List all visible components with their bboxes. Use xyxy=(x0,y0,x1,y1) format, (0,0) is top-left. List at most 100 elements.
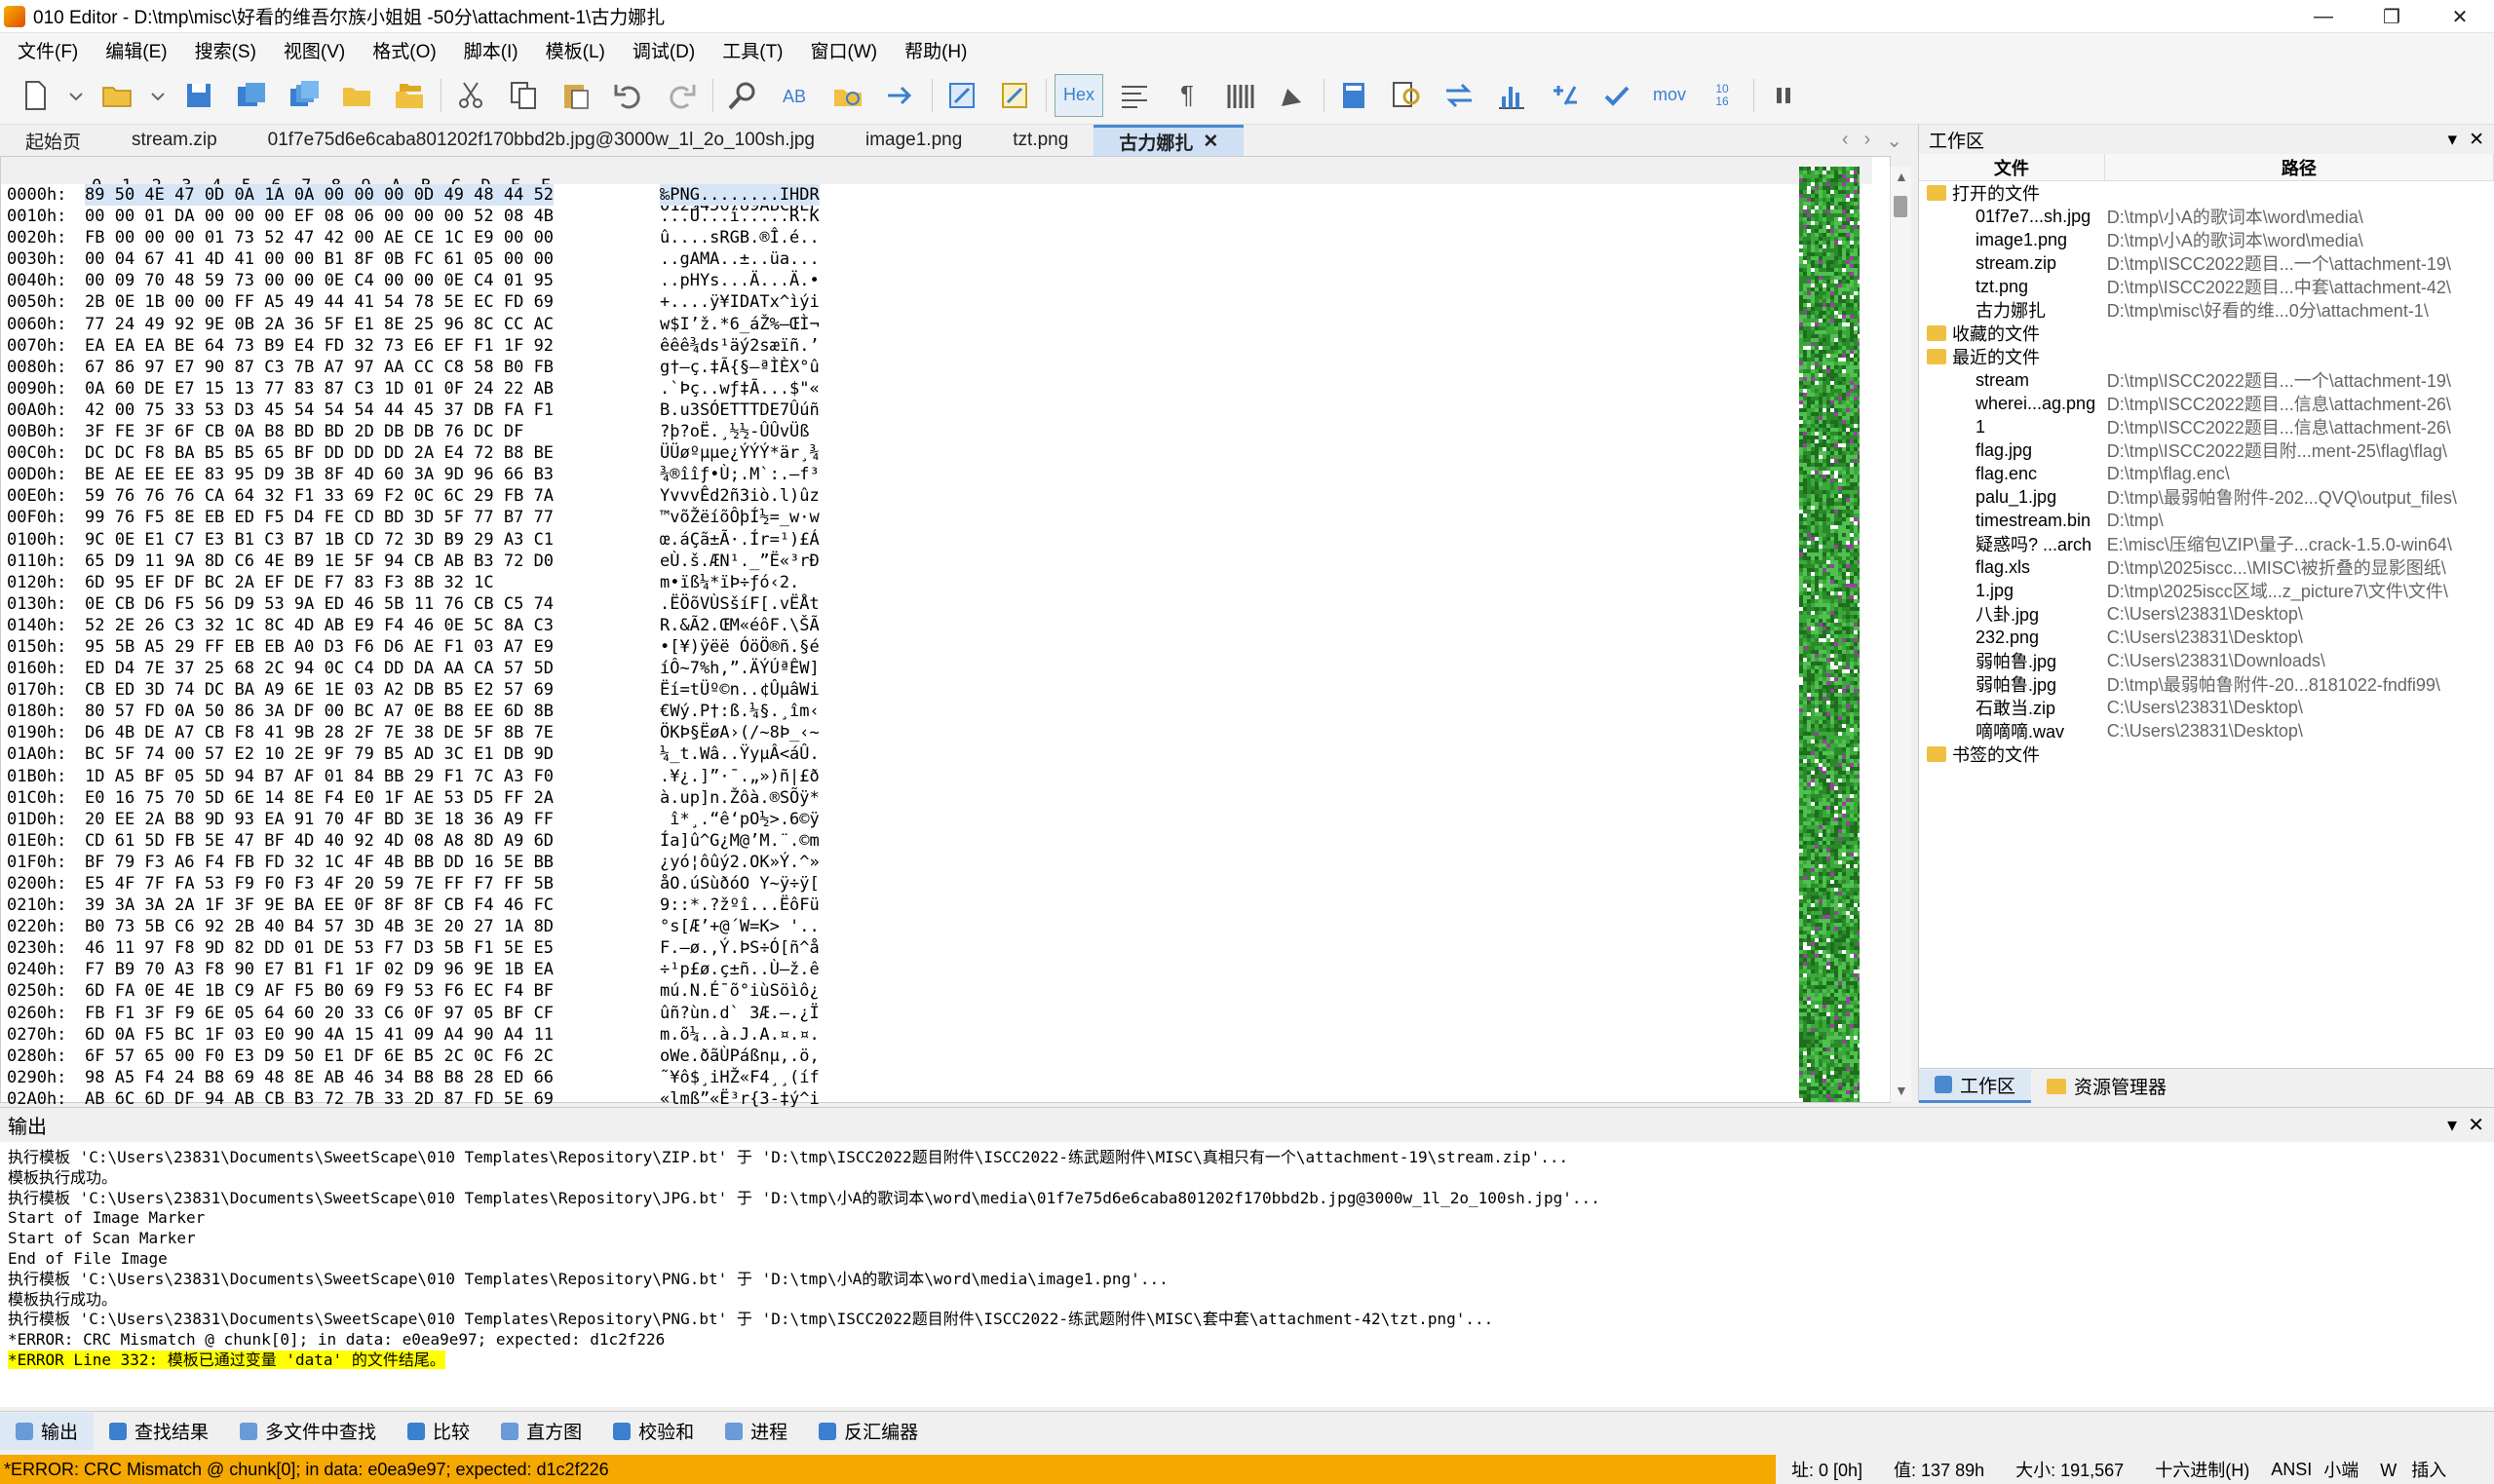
tab-workspace[interactable]: 工作区 xyxy=(1919,1069,2032,1103)
hex-bytes[interactable]: 39 3A 3A 2A 1F 3F 9E BA EE 0F 8F 8F CB F… xyxy=(85,894,554,916)
hex-ascii[interactable]: €Wý.P†:ß.¼§.¸îm‹ xyxy=(660,701,820,722)
hex-bytes[interactable]: 6F 57 65 00 F0 E3 D9 50 E1 DF 6E B5 2C 0… xyxy=(85,1046,554,1067)
hex-bytes[interactable]: 2B 0E 1B 00 00 FF A5 49 44 41 54 78 5E E… xyxy=(85,291,554,313)
hex-ascii[interactable]: •[¥)ÿëë ÓöÖ®ñ.§é xyxy=(660,636,820,658)
status-endian[interactable]: 小端 xyxy=(2318,1457,2364,1482)
hex-bytes[interactable]: 0A 60 DE E7 15 13 77 83 87 C3 1D 01 0F 2… xyxy=(85,378,554,400)
hex-ascii[interactable]: ÷¹p£ø.ç±ñ..Ù–ž.ê xyxy=(660,959,820,980)
histogram-icon[interactable] xyxy=(1490,74,1533,117)
hex-bytes[interactable]: CB ED 3D 74 DC BA A9 6E 1E 03 A2 DB B5 E… xyxy=(85,679,554,701)
output-close-icon[interactable]: ✕ xyxy=(2468,1113,2484,1137)
output-tab[interactable]: 直方图 xyxy=(485,1413,597,1450)
hex-ascii[interactable]: ¾®îîƒ•Ù;.M`:.–f³ xyxy=(660,464,820,485)
hex-ascii[interactable]: î*¸.“ê‘pO½>.6©ÿ xyxy=(660,809,820,830)
hex-bytes[interactable]: B0 73 5B C6 92 2B 40 B4 57 3D 4B 3E 20 2… xyxy=(85,916,554,937)
open-folder-icon[interactable] xyxy=(335,74,378,117)
workspace-group[interactable]: 书签的文件 xyxy=(1919,742,2494,766)
hex-ascii[interactable]: ..pHYs...Ä...Ä.• xyxy=(660,270,820,291)
status-encoding[interactable]: ANSI xyxy=(2265,1460,2318,1480)
hex-bytes[interactable]: D6 4B DE A7 CB F8 41 9B 28 2F 7E 38 DE 5… xyxy=(85,722,554,743)
menu-search[interactable]: 搜索(S) xyxy=(181,37,270,63)
workspace-file-item[interactable]: flag.jpg D:\tmp\ISCC2022题目附...ment-25\fla… xyxy=(1919,438,2494,462)
hex-bytes[interactable]: ED D4 7E 37 25 68 2C 94 0C C4 DD DA AA C… xyxy=(85,658,554,679)
vertical-scrollbar[interactable]: ▲ ▼ xyxy=(1890,167,1911,1102)
hex-bytes[interactable]: 1D A5 BF 05 5D 94 B7 AF 01 84 BB 29 F1 7… xyxy=(85,766,554,787)
line-width-icon[interactable] xyxy=(1113,74,1156,117)
col-path-header[interactable]: 路径 xyxy=(2105,154,2494,180)
scrollbar-thumb[interactable] xyxy=(1894,196,1907,217)
output-tab[interactable]: 多文件中查找 xyxy=(224,1413,392,1450)
hex-ascii[interactable]: ..gAMA..±..üa... xyxy=(660,248,820,270)
hex-ascii[interactable]: ÜÜøºµµe¿ÝÝÝ*är¸¾ xyxy=(660,442,820,464)
hex-bytes[interactable]: 9C 0E E1 C7 E3 B1 C3 B7 1B CD 72 3D B9 2… xyxy=(85,529,554,551)
pause-icon[interactable] xyxy=(1762,74,1805,117)
workspace-group[interactable]: 最近的文件 xyxy=(1919,345,2494,368)
hex-ascii[interactable]: êêê¾ds¹äý2sæïñ.’ xyxy=(660,335,820,357)
workspace-file-item[interactable]: 八卦.jpg C:\Users\23831\Desktop\ xyxy=(1919,602,2494,626)
run-template-icon[interactable] xyxy=(993,74,1036,117)
hex-bytes[interactable]: BC 5F 74 00 57 E2 10 2E 9F 79 B5 AD 3C E… xyxy=(85,743,554,765)
hex-ascii[interactable]: .`Þç..wƒ‡Ã...$"« xyxy=(660,378,820,400)
hex-ascii[interactable]: g†—ç.‡Ã{§—ªÌÈX°û xyxy=(660,357,820,378)
menu-file[interactable]: 文件(F) xyxy=(4,37,92,63)
output-tab[interactable]: 校验和 xyxy=(597,1413,710,1450)
hex-ascii[interactable]: à.up]n.Žôà.®SÕÿ* xyxy=(660,787,820,809)
scroll-down-icon[interactable]: ▼ xyxy=(1895,1083,1908,1098)
undo-icon[interactable] xyxy=(607,74,650,117)
hex-ascii[interactable]: ¿yó¦ôûý2.OK»Ý.^» xyxy=(660,852,820,873)
output-tab[interactable]: 比较 xyxy=(392,1413,485,1450)
output-log[interactable]: 执行模板 'C:\Users\23831\Documents\SweetScap… xyxy=(0,1142,2494,1407)
status-size[interactable]: 大小: 191,567 xyxy=(2000,1457,2139,1482)
workspace-group[interactable]: 打开的文件 xyxy=(1919,181,2494,205)
cut-icon[interactable] xyxy=(449,74,492,117)
hex-bytes[interactable]: DC DC F8 BA B5 B5 65 BF DD DD DD 2A E4 7… xyxy=(85,442,554,464)
output-tab[interactable]: 输出 xyxy=(0,1412,95,1450)
save-all-icon[interactable] xyxy=(283,74,326,117)
tab-explorer[interactable]: 资源管理器 xyxy=(2031,1070,2182,1103)
new-dropdown-icon[interactable] xyxy=(66,74,86,117)
hex-bytes[interactable]: FB 00 00 00 01 73 52 47 42 00 AE CE 1C E… xyxy=(85,227,554,248)
status-value[interactable]: 值: 137 89h xyxy=(1878,1457,2000,1482)
hex-bytes[interactable]: 6D 0A F5 BC 1F 03 E0 90 4A 15 41 09 A4 9… xyxy=(85,1024,554,1046)
tab-prev-icon[interactable]: ‹ xyxy=(1842,129,1849,153)
hex-bytes[interactable]: EA EA EA BE 64 73 B9 E4 FD 32 73 E6 EF F… xyxy=(85,335,554,357)
hex-ascii[interactable]: B.u3SÓETTTDE7Ûúñ xyxy=(660,400,820,421)
compare-icon[interactable] xyxy=(1438,74,1480,117)
hex-ascii[interactable]: m.õ¼..à.J.A.¤.¤. xyxy=(660,1024,820,1046)
hex-ascii[interactable]: m•ïß¼*ïÞ÷ƒó‹2. xyxy=(660,572,799,593)
workspace-file-item[interactable]: 1 D:\tmp\ISCC2022题目...信息\attachment-26\ xyxy=(1919,415,2494,438)
workspace-file-item[interactable]: 01f7e7...sh.jpg D:\tmp\小A的歌词本\word\media\ xyxy=(1919,205,2494,228)
hex-bytes[interactable]: 00 09 70 48 59 73 00 00 0E C4 00 00 0E C… xyxy=(85,270,554,291)
save-as-icon[interactable] xyxy=(230,74,273,117)
tab-jpg[interactable]: 01f7e75d6e6caba801202f170bbd2b.jpg@3000w… xyxy=(243,125,840,156)
columns-icon[interactable] xyxy=(1218,74,1261,117)
menu-view[interactable]: 视图(V) xyxy=(270,37,359,63)
calculator-icon[interactable] xyxy=(1332,74,1375,117)
hex-ascii[interactable]: F.—ø.‚Ý.ÞS÷Ó[ñ^å xyxy=(660,937,820,959)
hex-ascii[interactable]: YvvvÊd2ñ3iò.l)ûz xyxy=(660,485,820,507)
hex-ascii[interactable]: eÙ.š.ÆN¹._”Ë«³rÐ xyxy=(660,551,820,572)
hex-bytes[interactable]: 00 04 67 41 4D 41 00 00 B1 8F 0B FC 61 0… xyxy=(85,248,554,270)
output-tab[interactable]: 反汇编器 xyxy=(803,1413,934,1450)
inspector-icon[interactable] xyxy=(1385,74,1428,117)
hex-bytes[interactable]: 89 50 4E 47 0D 0A 1A 0A 00 00 00 0D 49 4… xyxy=(85,184,555,207)
hex-ascii[interactable]: åO.úSùðóO Y~ÿ÷ÿ[ xyxy=(660,873,820,894)
hex-ascii[interactable]: .ËÖõVÙSšíF[.vËÅt xyxy=(660,593,820,615)
status-insert[interactable]: W 插入 xyxy=(2364,1457,2462,1482)
hex-ascii[interactable]: œ.áÇã±Ã·.Ír=¹)£Á xyxy=(660,529,820,551)
status-address[interactable]: 址: 0 [0h] xyxy=(1776,1457,1878,1482)
output-tab[interactable]: 查找结果 xyxy=(94,1413,224,1450)
workspace-file-item[interactable]: flag.xls D:\tmp\2025iscc...\MISC\被折叠的显影图纸… xyxy=(1919,555,2494,579)
check-icon[interactable] xyxy=(1595,74,1638,117)
hex-ascii[interactable]: ‰PNG........IHDR xyxy=(660,184,820,207)
hex-bytes[interactable]: 00 00 01 DA 00 00 00 EF 08 06 00 00 00 5… xyxy=(85,206,554,227)
menu-templates[interactable]: 模板(L) xyxy=(532,37,619,63)
hex-bytes[interactable]: 80 57 FD 0A 50 86 3A DF 00 BC A7 0E B8 E… xyxy=(85,701,554,722)
hex-ascii[interactable]: R.&Ã2.ŒM«éôF.\ŠÃ xyxy=(660,615,820,636)
workspace-file-item[interactable]: 232.png C:\Users\23831\Desktop\ xyxy=(1919,626,2494,649)
hex-bytes[interactable]: 67 86 97 E7 90 87 C3 7B A7 97 AA CC C8 5… xyxy=(85,357,554,378)
tab-start-page[interactable]: 起始页 xyxy=(0,125,106,156)
hex-ascii[interactable]: ¼_t.Wâ..ŸyµÂ<áÛ. xyxy=(660,743,820,765)
hex-bytes[interactable]: BF 79 F3 A6 F4 FB FD 32 1C 4F 4B BB DD 1… xyxy=(85,852,554,873)
workspace-file-item[interactable]: timestream.bin D:\tmp\ xyxy=(1919,509,2494,532)
